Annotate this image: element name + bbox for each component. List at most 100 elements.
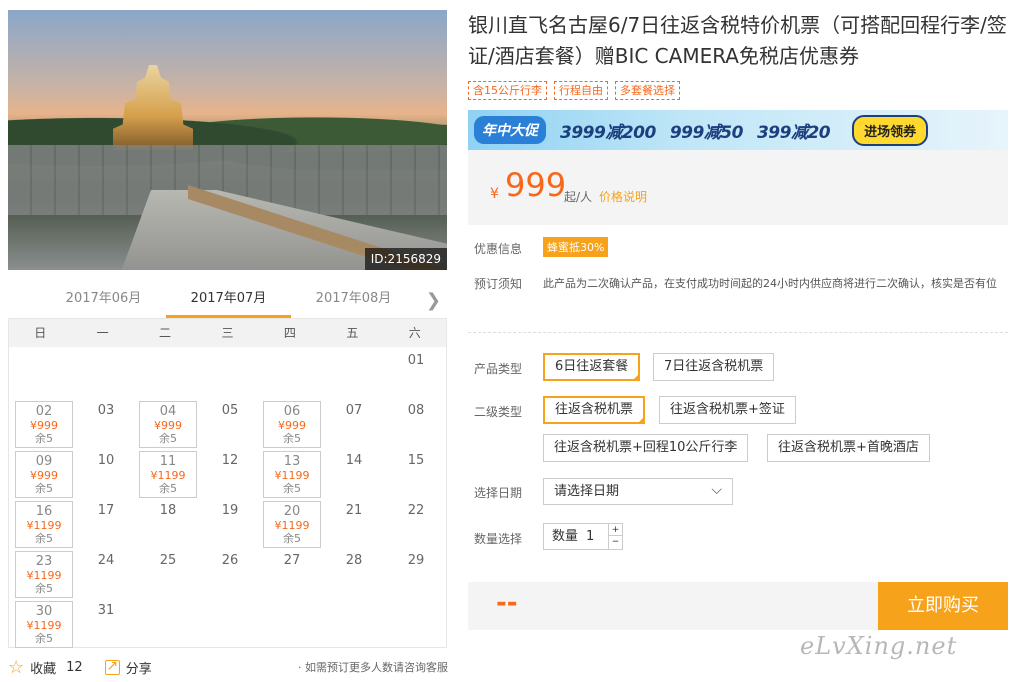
day-number: 25 [159,553,177,568]
calendar-day: 29 [385,551,447,601]
day-number: 26 [221,553,239,568]
calendar-grid: 01 02 ¥999 余5 03 04 ¥999 余5 05 06 ¥999 余5 07 08 09 ¥999… [9,347,446,651]
day-price: ¥1199 [150,469,186,482]
day-stock: 余5 [159,482,177,495]
calendar-day [137,351,199,401]
chevron-down-icon: ⌵ [711,482,722,498]
option-7day-ticket[interactable]: 7日往返含税机票 [653,353,775,381]
day-number: 29 [407,553,425,568]
day-number: 20 [283,504,301,519]
weekday-label: 四 [283,326,296,340]
get-coupon-button[interactable]: 进场领券 [852,114,929,146]
tag-free-itinerary: 行程自由 [554,81,608,100]
day-number: 21 [345,503,363,518]
product-image: ID:2156829 [8,10,447,270]
day-number: 13 [283,454,301,469]
star-icon[interactable]: ☆ [8,657,24,678]
calendar-day [323,351,385,401]
calendar-day-available[interactable]: 11 ¥1199 余5 [139,451,197,498]
day-number: 15 [407,453,425,468]
day-stock: 余5 [35,582,53,595]
date-calendar: 日一二三四五六 01 02 ¥999 余5 03 04 ¥999 余5 05 06 ¥999 余5 07… [8,318,447,648]
calendar-day [75,351,137,401]
watermark: eLvXing.net [800,632,958,660]
calendar-day-available[interactable]: 20 ¥1199 余5 [263,501,321,548]
day-number: 23 [35,554,53,569]
calendar-day: 21 [323,501,385,551]
option-ticket-visa[interactable]: 往返含税机票+签证 [659,396,796,424]
day-number: 06 [283,404,301,419]
tab-month-august[interactable]: 2017年08月 [291,282,416,318]
share-label[interactable]: 分享 [126,658,152,677]
discount-label: 优惠信息 [474,242,523,256]
plus-icon[interactable]: + [609,524,622,536]
product-type-label: 产品类型 [474,362,523,376]
quantity-value: 1 [586,529,595,544]
castle-decor [113,65,193,150]
sub-type-label: 二级类型 [474,405,523,419]
day-price: ¥1199 [26,569,62,582]
calendar-day-available[interactable]: 04 ¥999 余5 [139,401,197,448]
discount-badge: 蜂蜜抵30% [543,237,609,257]
calendar-day: 22 [385,501,447,551]
day-number: 16 [35,504,53,519]
price-value: 999 [505,166,567,204]
tab-month-june[interactable]: 2017年06月 [41,282,166,318]
calendar-day-available[interactable]: 23 ¥1199 余5 [15,551,73,598]
share-icon[interactable]: ↗ [104,659,120,675]
tab-month-july[interactable]: 2017年07月 [166,282,291,318]
day-number: 24 [97,553,115,568]
day-price: ¥1199 [26,519,62,532]
calendar-day: 27 [261,551,323,601]
quantity-stepper[interactable]: 数量 1 + − [543,523,623,550]
option-6day-package[interactable]: 6日往返套餐 [543,353,641,381]
quantity-label: 数量选择 [474,532,523,546]
contact-note: · 如需预订更多人数请咨询客服 [298,661,448,674]
promo-deal: 999减50 [669,122,744,143]
day-stock: 余5 [35,432,53,445]
day-number: 03 [97,403,115,418]
day-number: 01 [407,353,425,368]
chevron-right-icon[interactable]: ❯ [426,290,441,311]
buy-now-button[interactable]: 立即购买 [878,582,1008,630]
calendar-day: 25 [137,551,199,601]
calendar-day-available[interactable]: 06 ¥999 余5 [263,401,321,448]
price-explain-link[interactable]: 价格说明 [599,188,647,205]
minus-icon[interactable]: − [609,536,622,548]
day-number: 28 [345,553,363,568]
weekday-header: 日一二三四五六 [9,319,446,347]
footer-actions: ☆ 收藏 12 ↗ 分享 · 如需预订更多人数请咨询客服 [8,656,448,678]
favorite-label[interactable]: 收藏 [30,658,56,677]
weekday-label: 二 [159,326,172,340]
weekday-label: 三 [221,326,234,340]
calendar-day-available[interactable]: 16 ¥1199 余5 [15,501,73,548]
buy-bar: -- 立即购买 [468,582,1008,630]
divider [468,332,1008,333]
day-number: 14 [345,453,363,468]
month-tabs: 2017年06月 2017年07月 2017年08月 ❯ [8,282,447,318]
day-stock: 余5 [35,482,53,495]
tag-multi-package: 多套餐选择 [615,81,680,100]
day-number: 05 [221,403,239,418]
option-ticket-hotel[interactable]: 往返含税机票+首晚酒店 [767,434,930,462]
tag-luggage: 含15公斤行李 [468,81,547,100]
calendar-day: 10 [75,451,137,501]
option-ticket-luggage[interactable]: 往返含税机票+回程10公斤行李 [543,434,749,462]
day-number: 30 [35,604,53,619]
date-select[interactable]: 请选择日期 ⌵ [543,478,733,505]
weekday-label: 六 [408,326,421,340]
promo-banner[interactable]: 年中大促 3999减200 999减50 399减20 进场领券 [468,110,1008,150]
notice-label: 预订须知 [474,277,523,291]
calendar-day: 15 [385,451,447,501]
total-price: -- [496,588,518,618]
calendar-day-available[interactable]: 13 ¥1199 余5 [263,451,321,498]
day-stock: 余5 [283,482,301,495]
calendar-day: 01 [385,351,447,401]
calendar-day: 28 [323,551,385,601]
day-number: 18 [159,503,177,518]
day-number: 04 [159,404,177,419]
option-ticket[interactable]: 往返含税机票 [543,396,646,424]
calendar-day-available[interactable]: 02 ¥999 余5 [15,401,73,448]
calendar-day-available[interactable]: 30 ¥1199 余5 [15,601,73,648]
calendar-day-available[interactable]: 09 ¥999 余5 [15,451,73,498]
